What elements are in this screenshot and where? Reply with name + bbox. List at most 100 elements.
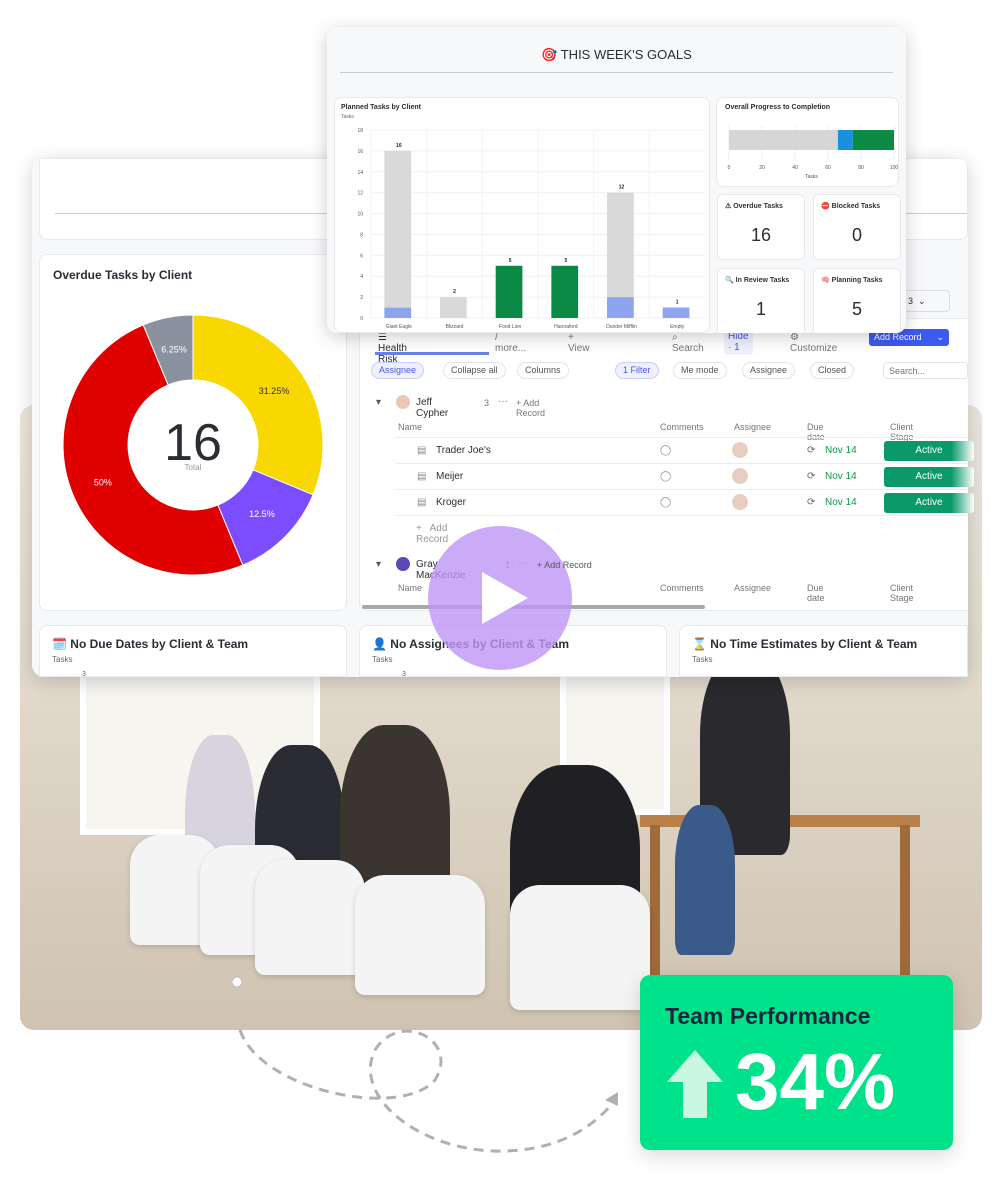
document-icon: ▤: [417, 497, 427, 508]
x-tick-label: 100: [890, 165, 899, 171]
comment-icon[interactable]: ◯: [660, 445, 671, 456]
bar-value-label: 1: [676, 300, 679, 306]
y-tick-label: 4: [360, 274, 363, 280]
group-count: 3: [484, 398, 490, 408]
overdue-tasks-kpi: ⚠ Overdue Tasks 16: [717, 194, 805, 260]
kpi-value: 5: [851, 299, 862, 319]
closed-chip[interactable]: Closed: [810, 362, 855, 379]
avatar: [396, 557, 410, 571]
y-tick-label: 0: [360, 316, 363, 322]
kpi-label: ⛔ Blocked Tasks: [821, 203, 881, 210]
card-subtitle: Tasks: [52, 655, 73, 664]
customize-label: Customize: [790, 343, 838, 354]
x-tick-label: Dunder Mifflin: [606, 324, 637, 330]
no-time-estimates-card: ⌛ No Time Estimates by Client & Team Tas…: [679, 625, 968, 677]
count-dropdown[interactable]: 3 ⌄: [902, 290, 950, 312]
comment-icon[interactable]: ◯: [660, 471, 671, 482]
x-tick-label: Blizzard: [446, 324, 464, 330]
in-review-tasks-kpi: 🔍 In Review Tasks 1: [717, 268, 805, 333]
table-row[interactable]: ▤ Trader Joe's ◯ ⟳ Nov 14 Active: [395, 438, 974, 464]
bar-segment: [662, 307, 690, 318]
count-value: 3: [908, 296, 914, 306]
avatar: [732, 442, 748, 458]
x-tick-label: Food Lion: [499, 324, 521, 330]
add-view-button[interactable]: + View: [568, 332, 590, 354]
planning-tasks-kpi: 🧠 Planning Tasks 5: [813, 268, 901, 333]
me-mode-chip[interactable]: Me mode: [673, 362, 727, 379]
x-tick-label: Hannaford: [554, 324, 578, 330]
overdue-donut-card: Overdue Tasks by Client 31.25% 12.5% 50% 6.…: [39, 254, 347, 611]
row-name: Trader Joe's: [436, 445, 491, 456]
group-collapse-toggle[interactable]: ▾: [376, 559, 381, 570]
bar-segment: [607, 192, 634, 298]
document-icon: ▤: [417, 445, 427, 456]
filter-chip[interactable]: 1 Filter: [615, 362, 659, 379]
columns-chip[interactable]: Columns: [517, 362, 569, 379]
column-header-assignee[interactable]: Assignee: [734, 422, 771, 432]
comment-icon[interactable]: ◯: [660, 497, 671, 508]
column-header-name[interactable]: Name: [398, 422, 422, 432]
due-date[interactable]: Nov 14: [825, 471, 857, 482]
progress-bar-chart: 0 20 40 60 80 100 Tasks: [728, 126, 899, 180]
avatar: [732, 494, 748, 510]
kpi-label: 🧠 Planning Tasks: [821, 277, 883, 284]
group-add-record-button[interactable]: + Add Record: [537, 560, 592, 570]
collapse-all-chip[interactable]: Collapse all: [443, 362, 506, 379]
table-search-input[interactable]: [883, 362, 968, 379]
bar-value-label: 5: [564, 258, 567, 264]
bar-segment: [495, 265, 523, 318]
x-tick-label: Empty: [670, 324, 685, 330]
more-options-icon[interactable]: ···: [498, 396, 508, 407]
kpi-label: ⚠ Overdue Tasks: [725, 203, 783, 210]
bar-segment: [551, 265, 579, 318]
assignee-filter-chip[interactable]: Assignee: [742, 362, 796, 379]
arrow-up-icon: [667, 1050, 723, 1118]
play-video-button[interactable]: [428, 526, 572, 670]
more-views[interactable]: / more...: [495, 332, 526, 354]
column-header-comments[interactable]: Comments: [660, 422, 704, 432]
planned-tasks-bar-chart: 0 2 4 6 8 10 12 14 16 18 16 Giant Eagle 2 Blizzard 5 Fo…: [357, 128, 705, 330]
x-tick-label: 80: [858, 165, 864, 171]
avatar: [732, 468, 748, 484]
bar-value-label: 12: [619, 185, 625, 191]
group-by-assignee-chip[interactable]: Assignee: [371, 362, 425, 379]
active-tab-indicator: [375, 352, 489, 355]
kpi-value: 16: [750, 225, 772, 245]
x-tick-label: 0: [728, 165, 731, 171]
group-collapse-toggle[interactable]: ▾: [376, 397, 381, 408]
customize-button[interactable]: ⚙ Customize: [790, 332, 837, 354]
status-badge[interactable]: Active: [884, 493, 974, 513]
column-header-client-stage[interactable]: Client Stage: [890, 583, 914, 603]
dashed-arrow-decoration: [231, 976, 618, 1153]
search-label: Search: [672, 343, 704, 354]
column-header-due-date[interactable]: Due date: [807, 583, 825, 603]
goals-title: 🎯 THIS WEEK'S GOALS: [541, 47, 692, 62]
y-tick-label: 2: [360, 295, 363, 301]
slice-label: 12.5%: [249, 509, 275, 519]
due-date[interactable]: Nov 14: [825, 445, 857, 456]
recurring-icon: ⟳: [807, 471, 816, 482]
donut-center-label: Total: [185, 463, 202, 472]
slice-label: 6.25%: [161, 344, 187, 354]
play-icon: [482, 572, 528, 624]
search-button[interactable]: ⌕ Search: [672, 332, 704, 354]
avatar: [396, 395, 410, 409]
no-due-dates-card: 🗓️ No Due Dates by Client & Team Tasks 3: [39, 625, 347, 678]
column-header-comments[interactable]: Comments: [660, 583, 704, 593]
axis-tick: 3: [82, 671, 86, 678]
bar-segment: [384, 307, 412, 318]
table-row[interactable]: ▤ Kroger ◯ ⟳ Nov 14 Active: [395, 490, 974, 516]
axis-tick: 3: [402, 671, 406, 678]
table-row[interactable]: ▤ Meijer ◯ ⟳ Nov 14 Active: [395, 464, 974, 490]
progress-segment: [837, 130, 853, 150]
status-badge[interactable]: Active: [884, 467, 974, 487]
bar-segment: [384, 150, 412, 308]
due-date[interactable]: Nov 14: [825, 497, 857, 508]
status-badge[interactable]: Active: [884, 441, 974, 461]
group-add-record-button[interactable]: + Add Record: [516, 398, 545, 418]
y-tick-label: 12: [357, 191, 363, 197]
donut-chart: 31.25%12.5%50%6.25%16Total: [62, 314, 324, 576]
column-header-assignee[interactable]: Assignee: [734, 583, 771, 593]
team-performance-card: Team Performance 34%: [640, 975, 953, 1150]
column-header-name[interactable]: Name: [398, 583, 422, 593]
